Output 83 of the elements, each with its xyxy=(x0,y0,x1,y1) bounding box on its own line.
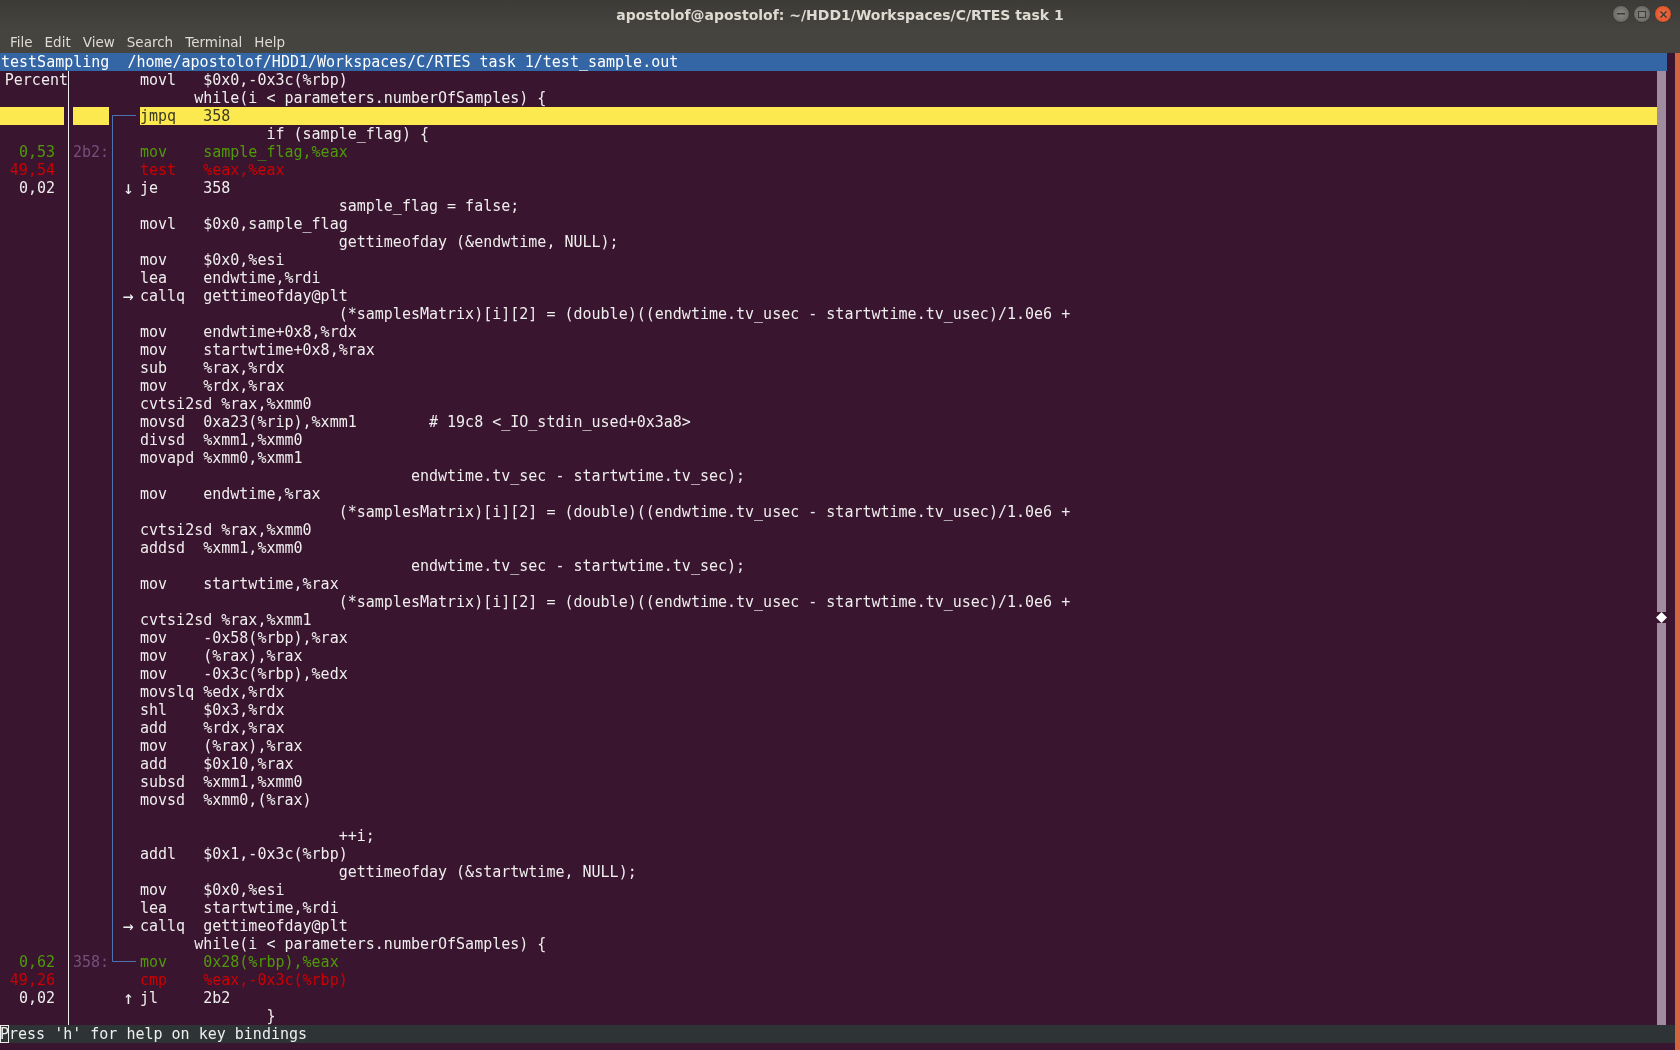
asm-instruction: mov -0x58(%rbp),%rax xyxy=(140,629,348,647)
asm-instruction: movsd 0xa23(%rip),%xmm1 # 19c8 <_IO_stdin_used+0x3a8> xyxy=(140,413,691,431)
asm-instruction: mov startwtime,%rax xyxy=(140,575,339,593)
asm-instruction: callq gettimeofday@plt xyxy=(140,917,348,935)
close-button[interactable] xyxy=(1654,5,1672,23)
percent-value: 49,54 xyxy=(9,161,55,179)
percent-value: 0,02 xyxy=(18,179,55,197)
percent-value: 49,26 xyxy=(9,971,55,989)
minimize-button[interactable] xyxy=(1612,5,1630,23)
source-line: sample_flag = false; xyxy=(337,197,520,215)
menu-item[interactable]: Help xyxy=(248,33,292,50)
branch-arrow: ↓ xyxy=(123,177,134,198)
asm-instruction: mov $0x0,%esi xyxy=(140,251,285,269)
asm-instruction: movl $0x0,sample_flag xyxy=(140,215,348,233)
window-title: apostolof@apostolof: ~/HDD1/Workspaces/C/RTES task 1 xyxy=(616,7,1064,23)
asm-instruction: mov sample_flag,%eax xyxy=(140,143,348,161)
asm-instruction: cvtsi2sd %rax,%xmm0 xyxy=(140,395,312,413)
asm-instruction: movslq %edx,%rdx xyxy=(140,683,285,701)
asm-instruction: lea startwtime,%rdi xyxy=(140,899,339,917)
source-line: while(i < parameters.numberOfSamples) { xyxy=(193,935,547,953)
menu-item[interactable]: Edit xyxy=(38,33,77,50)
scroll-position-icon xyxy=(1656,612,1667,623)
asm-instruction: je 358 xyxy=(140,179,231,197)
asm-instruction: callq gettimeofday@plt xyxy=(140,287,348,305)
symbol-name: testSampling xyxy=(1,53,110,71)
asm-instruction: mov (%rax),%rax xyxy=(140,737,303,755)
asm-instruction: jmpq 358 xyxy=(140,107,231,125)
source-line: endwtime.tv_sec - startwtime.tv_sec); xyxy=(409,557,746,575)
status-text: Press 'h' for help on key bindings xyxy=(0,1025,308,1043)
branch-arrow: ↑ xyxy=(123,987,134,1008)
asm-instruction: mov $0x0,%esi xyxy=(140,881,285,899)
asm-instruction: movl $0x0,-0x3c(%rbp) xyxy=(140,71,348,89)
menu-item[interactable]: View xyxy=(76,33,121,50)
asm-instruction: addl $0x1,-0x3c(%rbp) xyxy=(140,845,348,863)
source-line: (*samplesMatrix)[i][2] = (double)((endwtime.tv_usec - startwtime.tv_usec)/1.0e6 + xyxy=(337,305,1071,323)
source-line: endwtime.tv_sec - startwtime.tv_sec); xyxy=(409,467,746,485)
source-line: (*samplesMatrix)[i][2] = (double)((endwtime.tv_usec - startwtime.tv_usec)/1.0e6 + xyxy=(337,503,1071,521)
asm-instruction: shl $0x3,%rdx xyxy=(140,701,285,719)
asm-instruction: divsd %xmm1,%xmm0 xyxy=(140,431,303,449)
asm-instruction: mov endwtime,%rax xyxy=(140,485,321,503)
asm-instruction: subsd %xmm1,%xmm0 xyxy=(140,773,303,791)
branch-arrow: → xyxy=(123,915,134,936)
asm-instruction: test %eax,%eax xyxy=(140,161,285,179)
menu-item[interactable]: Terminal xyxy=(179,33,249,50)
asm-instruction: add %rdx,%rax xyxy=(140,719,285,737)
column-header: Percent xyxy=(4,71,68,89)
selected-row-marker xyxy=(73,107,109,125)
percent-value: 0,02 xyxy=(18,989,55,1007)
minimize-icon xyxy=(1617,13,1625,15)
asm-instruction: mov startwtime+0x8,%rax xyxy=(140,341,375,359)
asm-instruction: add $0x10,%rax xyxy=(140,755,294,773)
source-line: gettimeofday (&startwtime, NULL); xyxy=(337,863,637,881)
asm-instruction: movsd %xmm0,(%rax) xyxy=(140,791,312,809)
source-line: if (sample_flag) { xyxy=(265,125,429,143)
asm-instruction: addsd %xmm1,%xmm0 xyxy=(140,539,303,557)
asm-instruction: cvtsi2sd %rax,%xmm1 xyxy=(140,611,312,629)
branch-arrow: → xyxy=(123,285,134,306)
source-line: (*samplesMatrix)[i][2] = (double)((endwtime.tv_usec - startwtime.tv_usec)/1.0e6 + xyxy=(337,593,1071,611)
percent-value: 0,62 xyxy=(18,953,55,971)
file-path: /home/apostolof/HDD1/Workspaces/C/RTES task 1/test_sample.out xyxy=(127,53,679,71)
asm-instruction: mov (%rax),%rax xyxy=(140,647,303,665)
source-line: while(i < parameters.numberOfSamples) { xyxy=(193,89,547,107)
address-label: 2b2: xyxy=(73,143,110,161)
source-line: ++i; xyxy=(337,827,375,845)
asm-instruction: jl 2b2 xyxy=(140,989,231,1007)
asm-instruction: lea endwtime,%rdi xyxy=(140,269,321,287)
maximize-button[interactable] xyxy=(1633,5,1651,23)
asm-instruction: mov 0x28(%rbp),%eax xyxy=(140,953,339,971)
asm-instruction: mov endwtime+0x8,%rdx xyxy=(140,323,357,341)
asm-instruction: movapd %xmm0,%xmm1 xyxy=(140,449,303,467)
maximize-icon xyxy=(1638,10,1646,18)
address-label: 358: xyxy=(73,953,110,971)
asm-instruction: cmp %eax,-0x3c(%rbp) xyxy=(140,971,348,989)
asm-instruction: mov %rdx,%rax xyxy=(140,377,285,395)
asm-instruction: mov -0x3c(%rbp),%edx xyxy=(140,665,348,683)
source-line: gettimeofday (&endwtime, NULL); xyxy=(337,233,619,251)
asm-instruction: cvtsi2sd %rax,%xmm0 xyxy=(140,521,312,539)
percent-value: 0,53 xyxy=(18,143,55,161)
close-icon xyxy=(1659,10,1667,18)
asm-instruction: sub %rax,%rdx xyxy=(140,359,285,377)
source-line: } xyxy=(265,1007,276,1025)
menu-item[interactable]: File xyxy=(4,33,39,50)
menu-item[interactable]: Search xyxy=(120,33,180,50)
